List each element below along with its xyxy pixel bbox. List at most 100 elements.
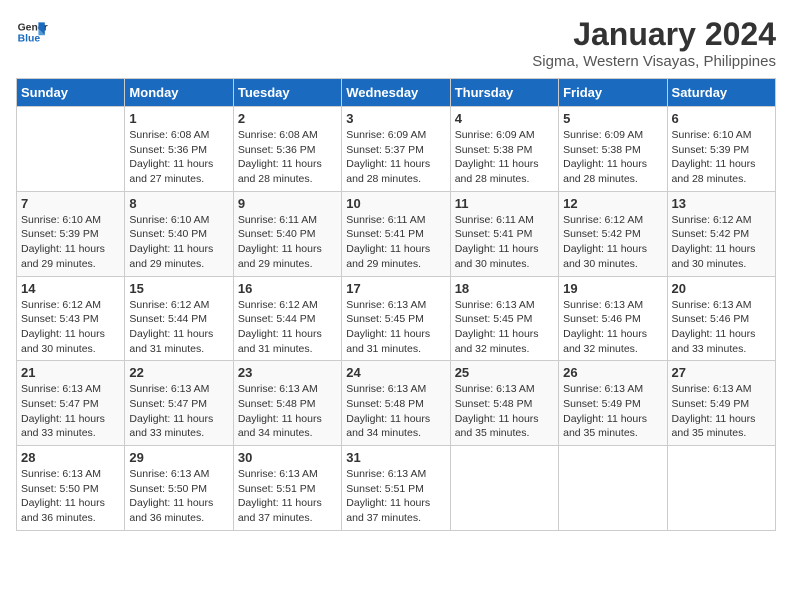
week-row: 21 Sunrise: 6:13 AM Sunset: 5:47 PM Dayli… <box>17 361 776 446</box>
day-info: Sunrise: 6:09 AM Sunset: 5:38 PM Dayligh… <box>455 128 554 187</box>
day-info: Sunrise: 6:13 AM Sunset: 5:50 PM Dayligh… <box>129 467 228 526</box>
day-info: Sunrise: 6:13 AM Sunset: 5:49 PM Dayligh… <box>672 382 771 441</box>
calendar-cell: 13 Sunrise: 6:12 AM Sunset: 5:42 PM Dayli… <box>667 191 775 276</box>
calendar-cell: 18Sunrise: 6:13 AM Sunset: 5:45 PM Dayli… <box>450 276 558 361</box>
day-info: Sunrise: 6:13 AM Sunset: 5:46 PM Dayligh… <box>672 298 771 357</box>
calendar-cell: 30 Sunrise: 6:13 AM Sunset: 5:51 PM Dayli… <box>233 446 341 531</box>
calendar-cell: 27 Sunrise: 6:13 AM Sunset: 5:49 PM Dayli… <box>667 361 775 446</box>
week-row: 28 Sunrise: 6:13 AM Sunset: 5:50 PM Dayli… <box>17 446 776 531</box>
day-number: 20 <box>672 281 771 296</box>
day-info: Sunrise: 6:12 AM Sunset: 5:44 PM Dayligh… <box>129 298 228 357</box>
day-info: Sunrise: 6:13 AM Sunset: 5:48 PM Dayligh… <box>455 382 554 441</box>
day-number: 3 <box>346 111 445 126</box>
day-number: 22 <box>129 365 228 380</box>
day-number: 19 <box>563 281 662 296</box>
day-info: Sunrise: 6:12 AM Sunset: 5:42 PM Dayligh… <box>563 213 662 272</box>
calendar-cell: 28 Sunrise: 6:13 AM Sunset: 5:50 PM Dayli… <box>17 446 125 531</box>
day-info: Sunrise: 6:13 AM Sunset: 5:51 PM Dayligh… <box>238 467 337 526</box>
day-info: Sunrise: 6:09 AM Sunset: 5:38 PM Dayligh… <box>563 128 662 187</box>
day-info: Sunrise: 6:09 AM Sunset: 5:37 PM Dayligh… <box>346 128 445 187</box>
day-info: Sunrise: 6:13 AM Sunset: 5:50 PM Dayligh… <box>21 467 120 526</box>
day-info: Sunrise: 6:08 AM Sunset: 5:36 PM Dayligh… <box>129 128 228 187</box>
day-info: Sunrise: 6:10 AM Sunset: 5:39 PM Dayligh… <box>672 128 771 187</box>
header-row: SundayMondayTuesdayWednesdayThursdayFrid… <box>17 79 776 107</box>
calendar-cell: 4 Sunrise: 6:09 AM Sunset: 5:38 PM Daylig… <box>450 107 558 192</box>
calendar-cell: 1 Sunrise: 6:08 AM Sunset: 5:36 PM Daylig… <box>125 107 233 192</box>
day-number: 27 <box>672 365 771 380</box>
month-title: January 2024 <box>532 16 776 53</box>
calendar-cell: 10Sunrise: 6:11 AM Sunset: 5:41 PM Dayli… <box>342 191 450 276</box>
calendar-cell: 12Sunrise: 6:12 AM Sunset: 5:42 PM Dayli… <box>559 191 667 276</box>
week-row: 7 Sunrise: 6:10 AM Sunset: 5:39 PM Daylig… <box>17 191 776 276</box>
header-cell-thursday: Thursday <box>450 79 558 107</box>
header-cell-wednesday: Wednesday <box>342 79 450 107</box>
day-number: 18 <box>455 281 554 296</box>
day-number: 31 <box>346 450 445 465</box>
calendar-cell: 29Sunrise: 6:13 AM Sunset: 5:50 PM Dayli… <box>125 446 233 531</box>
day-info: Sunrise: 6:13 AM Sunset: 5:48 PM Dayligh… <box>346 382 445 441</box>
day-info: Sunrise: 6:12 AM Sunset: 5:44 PM Dayligh… <box>238 298 337 357</box>
day-number: 5 <box>563 111 662 126</box>
week-row: 14Sunrise: 6:12 AM Sunset: 5:43 PM Dayli… <box>17 276 776 361</box>
day-number: 4 <box>455 111 554 126</box>
logo-icon: General Blue <box>16 16 48 48</box>
day-info: Sunrise: 6:11 AM Sunset: 5:41 PM Dayligh… <box>455 213 554 272</box>
day-number: 16 <box>238 281 337 296</box>
day-number: 9 <box>238 196 337 211</box>
day-info: Sunrise: 6:10 AM Sunset: 5:39 PM Dayligh… <box>21 213 120 272</box>
calendar-cell: 9 Sunrise: 6:11 AM Sunset: 5:40 PM Daylig… <box>233 191 341 276</box>
calendar-table: SundayMondayTuesdayWednesdayThursdayFrid… <box>16 78 776 531</box>
calendar-cell: 25 Sunrise: 6:13 AM Sunset: 5:48 PM Dayli… <box>450 361 558 446</box>
day-info: Sunrise: 6:08 AM Sunset: 5:36 PM Dayligh… <box>238 128 337 187</box>
day-info: Sunrise: 6:10 AM Sunset: 5:40 PM Dayligh… <box>129 213 228 272</box>
header-cell-sunday: Sunday <box>17 79 125 107</box>
day-number: 25 <box>455 365 554 380</box>
page-header: General Blue January 2024 Sigma, Western… <box>16 16 776 70</box>
header-cell-monday: Monday <box>125 79 233 107</box>
day-info: Sunrise: 6:13 AM Sunset: 5:47 PM Dayligh… <box>21 382 120 441</box>
logo: General Blue <box>16 16 48 48</box>
day-number: 17 <box>346 281 445 296</box>
calendar-cell: 22 Sunrise: 6:13 AM Sunset: 5:47 PM Dayli… <box>125 361 233 446</box>
day-info: Sunrise: 6:12 AM Sunset: 5:43 PM Dayligh… <box>21 298 120 357</box>
day-number: 2 <box>238 111 337 126</box>
calendar-cell: 20 Sunrise: 6:13 AM Sunset: 5:46 PM Dayli… <box>667 276 775 361</box>
calendar-cell: 21 Sunrise: 6:13 AM Sunset: 5:47 PM Dayli… <box>17 361 125 446</box>
calendar-cell: 2 Sunrise: 6:08 AM Sunset: 5:36 PM Daylig… <box>233 107 341 192</box>
calendar-cell: 26Sunrise: 6:13 AM Sunset: 5:49 PM Dayli… <box>559 361 667 446</box>
calendar-cell <box>559 446 667 531</box>
day-info: Sunrise: 6:13 AM Sunset: 5:45 PM Dayligh… <box>346 298 445 357</box>
calendar-cell: 24 Sunrise: 6:13 AM Sunset: 5:48 PM Dayli… <box>342 361 450 446</box>
day-info: Sunrise: 6:13 AM Sunset: 5:49 PM Dayligh… <box>563 382 662 441</box>
calendar-cell <box>17 107 125 192</box>
day-number: 24 <box>346 365 445 380</box>
day-number: 28 <box>21 450 120 465</box>
calendar-cell: 5 Sunrise: 6:09 AM Sunset: 5:38 PM Daylig… <box>559 107 667 192</box>
day-info: Sunrise: 6:12 AM Sunset: 5:42 PM Dayligh… <box>672 213 771 272</box>
location-subtitle: Sigma, Western Visayas, Philippines <box>532 53 776 70</box>
week-row: 1 Sunrise: 6:08 AM Sunset: 5:36 PM Daylig… <box>17 107 776 192</box>
calendar-cell: 7 Sunrise: 6:10 AM Sunset: 5:39 PM Daylig… <box>17 191 125 276</box>
title-block: January 2024 Sigma, Western Visayas, Phi… <box>532 16 776 70</box>
day-info: Sunrise: 6:13 AM Sunset: 5:47 PM Dayligh… <box>129 382 228 441</box>
day-number: 21 <box>21 365 120 380</box>
calendar-cell: 14Sunrise: 6:12 AM Sunset: 5:43 PM Dayli… <box>17 276 125 361</box>
calendar-cell: 6Sunrise: 6:10 AM Sunset: 5:39 PM Daylig… <box>667 107 775 192</box>
day-number: 10 <box>346 196 445 211</box>
calendar-cell: 31Sunrise: 6:13 AM Sunset: 5:51 PM Dayli… <box>342 446 450 531</box>
day-info: Sunrise: 6:13 AM Sunset: 5:46 PM Dayligh… <box>563 298 662 357</box>
day-info: Sunrise: 6:11 AM Sunset: 5:40 PM Dayligh… <box>238 213 337 272</box>
day-number: 13 <box>672 196 771 211</box>
header-cell-saturday: Saturday <box>667 79 775 107</box>
header-cell-tuesday: Tuesday <box>233 79 341 107</box>
day-number: 1 <box>129 111 228 126</box>
calendar-cell: 16 Sunrise: 6:12 AM Sunset: 5:44 PM Dayli… <box>233 276 341 361</box>
calendar-cell: 23Sunrise: 6:13 AM Sunset: 5:48 PM Dayli… <box>233 361 341 446</box>
calendar-cell: 15Sunrise: 6:12 AM Sunset: 5:44 PM Dayli… <box>125 276 233 361</box>
day-number: 8 <box>129 196 228 211</box>
day-number: 7 <box>21 196 120 211</box>
svg-text:Blue: Blue <box>18 34 41 45</box>
day-number: 30 <box>238 450 337 465</box>
header-cell-friday: Friday <box>559 79 667 107</box>
day-number: 23 <box>238 365 337 380</box>
